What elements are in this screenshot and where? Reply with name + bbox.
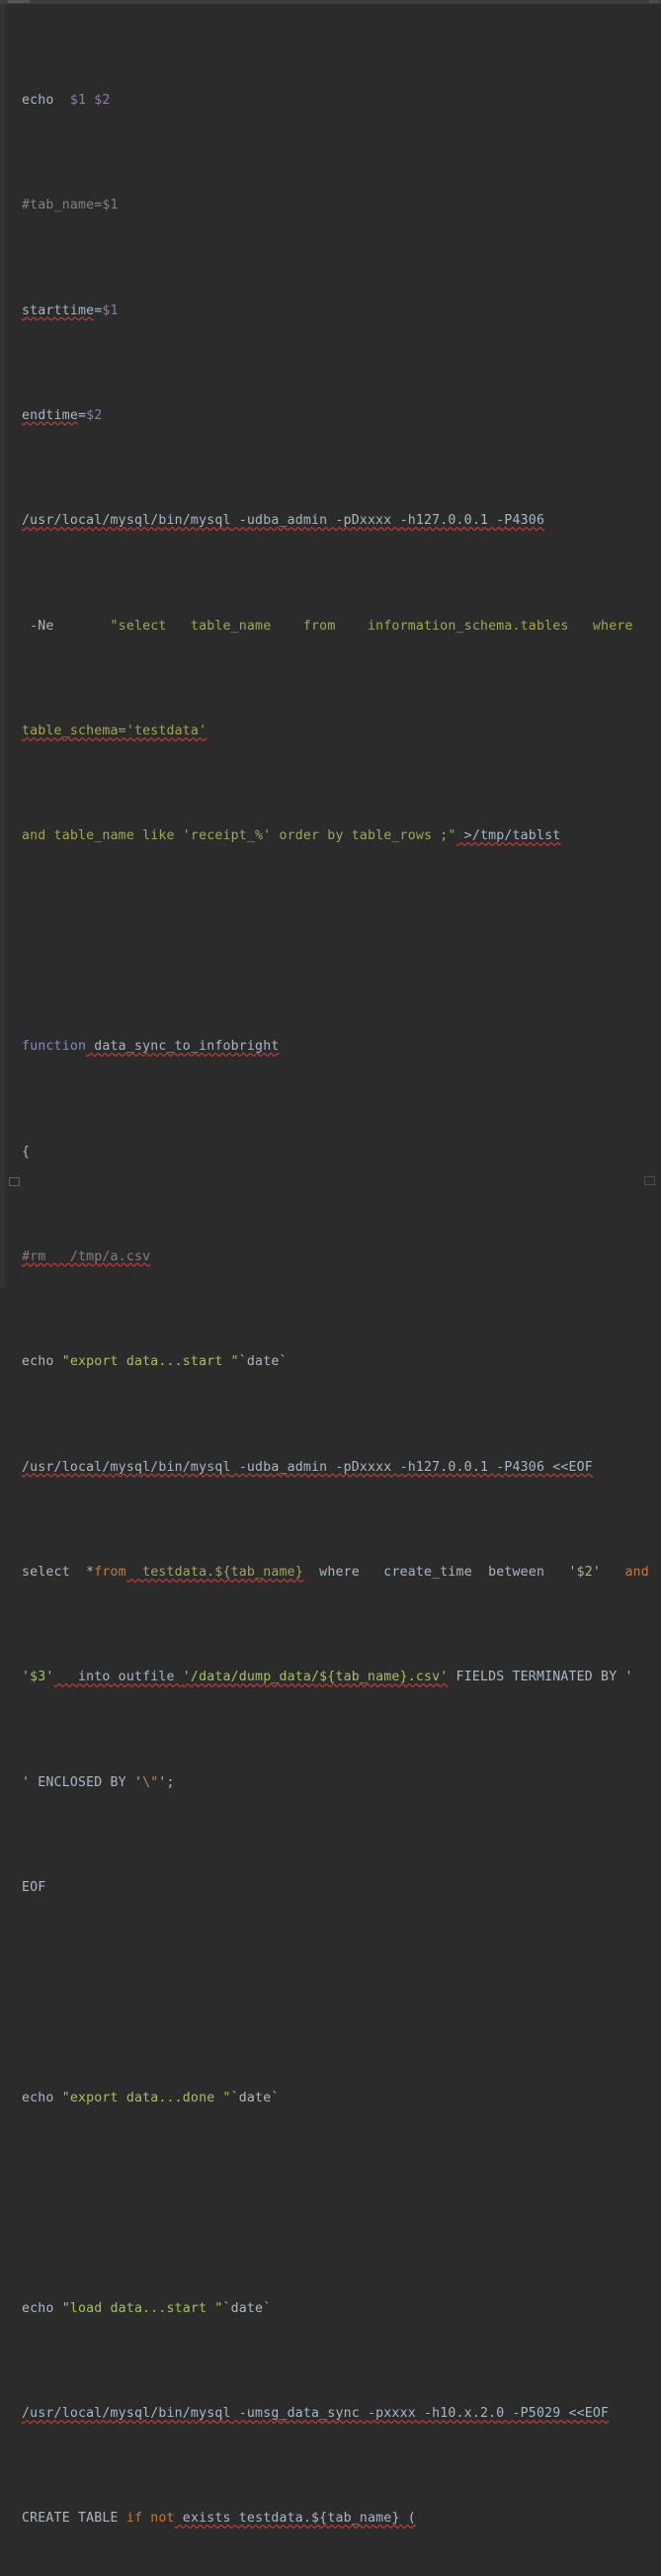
code-line[interactable]: ' ENCLOSED BY '\"'; <box>5 1770 661 1797</box>
token-string: table_schema='testdata' <box>22 724 207 739</box>
token-comment: #tab_name=$1 <box>22 198 119 214</box>
token: FIELDS TERMINATED BY ' <box>448 1670 633 1685</box>
token: -udba_admin -pDxxxx -h127.0.0.1 -P4306 <… <box>230 1459 593 1475</box>
token-string: "export data...start " <box>61 1354 239 1370</box>
code-line[interactable]: '$3' into outfile '/data/dump_data/${tab… <box>5 1665 661 1691</box>
token: where create_time between <box>302 1565 569 1581</box>
token: >/tmp/tablst <box>455 828 561 844</box>
token-escape: \" <box>142 1774 159 1790</box>
token-comment: #rm /tmp/a.csv <box>22 1248 151 1264</box>
token: echo <box>22 2300 62 2316</box>
code-line[interactable]: starttime=$1 <box>5 299 661 325</box>
token-string: testdata.${tab_name} <box>125 1565 303 1581</box>
code-line[interactable]: /usr/local/mysql/bin/mysql -udba_admin -… <box>5 508 661 535</box>
token: into outfile <box>53 1670 183 1685</box>
code-line-blank[interactable] <box>5 929 661 956</box>
token: exists testdata.${tab_name} ( <box>174 2511 416 2527</box>
token-string: "select table_name from information_sche… <box>110 618 633 634</box>
token-keyword: from <box>94 1565 126 1581</box>
code-line[interactable]: #tab_name=$1 <box>5 193 661 219</box>
editor-tab-stub-right[interactable] <box>649 0 659 3</box>
token: '; <box>158 1774 175 1790</box>
token: endtime <box>22 407 78 423</box>
code-line-blank[interactable] <box>5 1981 661 2008</box>
token-string: '$3' <box>22 1670 54 1685</box>
code-line[interactable]: echo $1 $2 <box>5 88 661 115</box>
token: -Ne <box>22 618 111 634</box>
code-line[interactable]: #rm /tmp/a.csv <box>5 1245 661 1271</box>
code-line[interactable]: table_schema='testdata' <box>5 719 661 745</box>
code-editor[interactable]: echo $1 $2 #tab_name=$1 starttime=$1 end… <box>0 0 661 2527</box>
token: ' ENCLOSED BY ' <box>22 1774 143 1790</box>
token: -umsg_data_sync -pxxxx -h10.x.2.0 -P5029… <box>230 2406 610 2422</box>
token: echo <box>22 92 70 108</box>
code-line[interactable]: /usr/local/mysql/bin/mysql -umsg_data_sy… <box>5 2401 661 2428</box>
token: /usr/local/mysql/bin/mysql <box>22 2406 231 2422</box>
token-keyword: and <box>624 1565 649 1581</box>
token: { <box>22 1144 31 1159</box>
token-string: '/data/dump_data/${tab_name}.csv' <box>182 1670 449 1685</box>
token: data_sync_to_infobright <box>86 1039 280 1055</box>
token: = <box>77 407 87 423</box>
token-string: '$2' <box>568 1565 602 1581</box>
code-line[interactable]: echo "export data...start "`date` <box>5 1349 661 1376</box>
token-keyword: if not <box>125 2511 175 2527</box>
token: select * <box>22 1565 95 1581</box>
code-line[interactable]: function data_sync_to_infobright <box>5 1034 661 1061</box>
code-line[interactable]: select *from testdata.${tab_name} where … <box>5 1560 661 1587</box>
token: echo <box>22 2090 62 2105</box>
editor-tab-stub[interactable] <box>8 0 30 3</box>
token-variable: $1 <box>102 302 119 318</box>
token: starttime <box>22 302 95 318</box>
token: EOF <box>22 1880 46 1896</box>
token: `date` <box>230 2090 280 2105</box>
code-line[interactable]: CREATE TABLE if not exists testdata.${ta… <box>5 2506 661 2533</box>
token-keyword: function <box>22 1039 87 1055</box>
code-content[interactable]: echo $1 $2 #tab_name=$1 starttime=$1 end… <box>5 4 661 2527</box>
code-line[interactable]: and table_name like 'receipt_%' order by… <box>5 823 661 850</box>
token: /usr/local/mysql/bin/mysql <box>22 513 231 529</box>
code-line[interactable]: echo "load data...start "`date` <box>5 2296 661 2323</box>
token-string: "load data...start " <box>61 2300 223 2316</box>
token: /usr/local/mysql/bin/mysql <box>22 1459 231 1475</box>
token: CREATE TABLE <box>22 2511 126 2527</box>
token-variable: $1 $2 <box>69 92 111 108</box>
code-line[interactable]: -Ne "select table_name from information_… <box>5 614 661 641</box>
code-line[interactable]: EOF <box>5 1875 661 1902</box>
token-variable: $2 <box>86 407 103 423</box>
code-line[interactable]: /usr/local/mysql/bin/mysql -udba_admin -… <box>5 1455 661 1482</box>
code-line[interactable]: endtime=$2 <box>5 403 661 430</box>
token: `date` <box>238 1354 288 1370</box>
token-string: "export data...done " <box>61 2090 231 2105</box>
code-line[interactable]: echo "export data...done "`date` <box>5 2086 661 2112</box>
token: `date` <box>222 2300 272 2316</box>
code-line-blank[interactable] <box>5 2190 661 2217</box>
code-line[interactable]: { <box>5 1140 661 1166</box>
token: echo <box>22 1354 62 1370</box>
token: -udba_admin -pDxxxx -h127.0.0.1 -P4306 <box>230 513 545 529</box>
token-string: and table_name like 'receipt_%' order by… <box>22 828 456 844</box>
